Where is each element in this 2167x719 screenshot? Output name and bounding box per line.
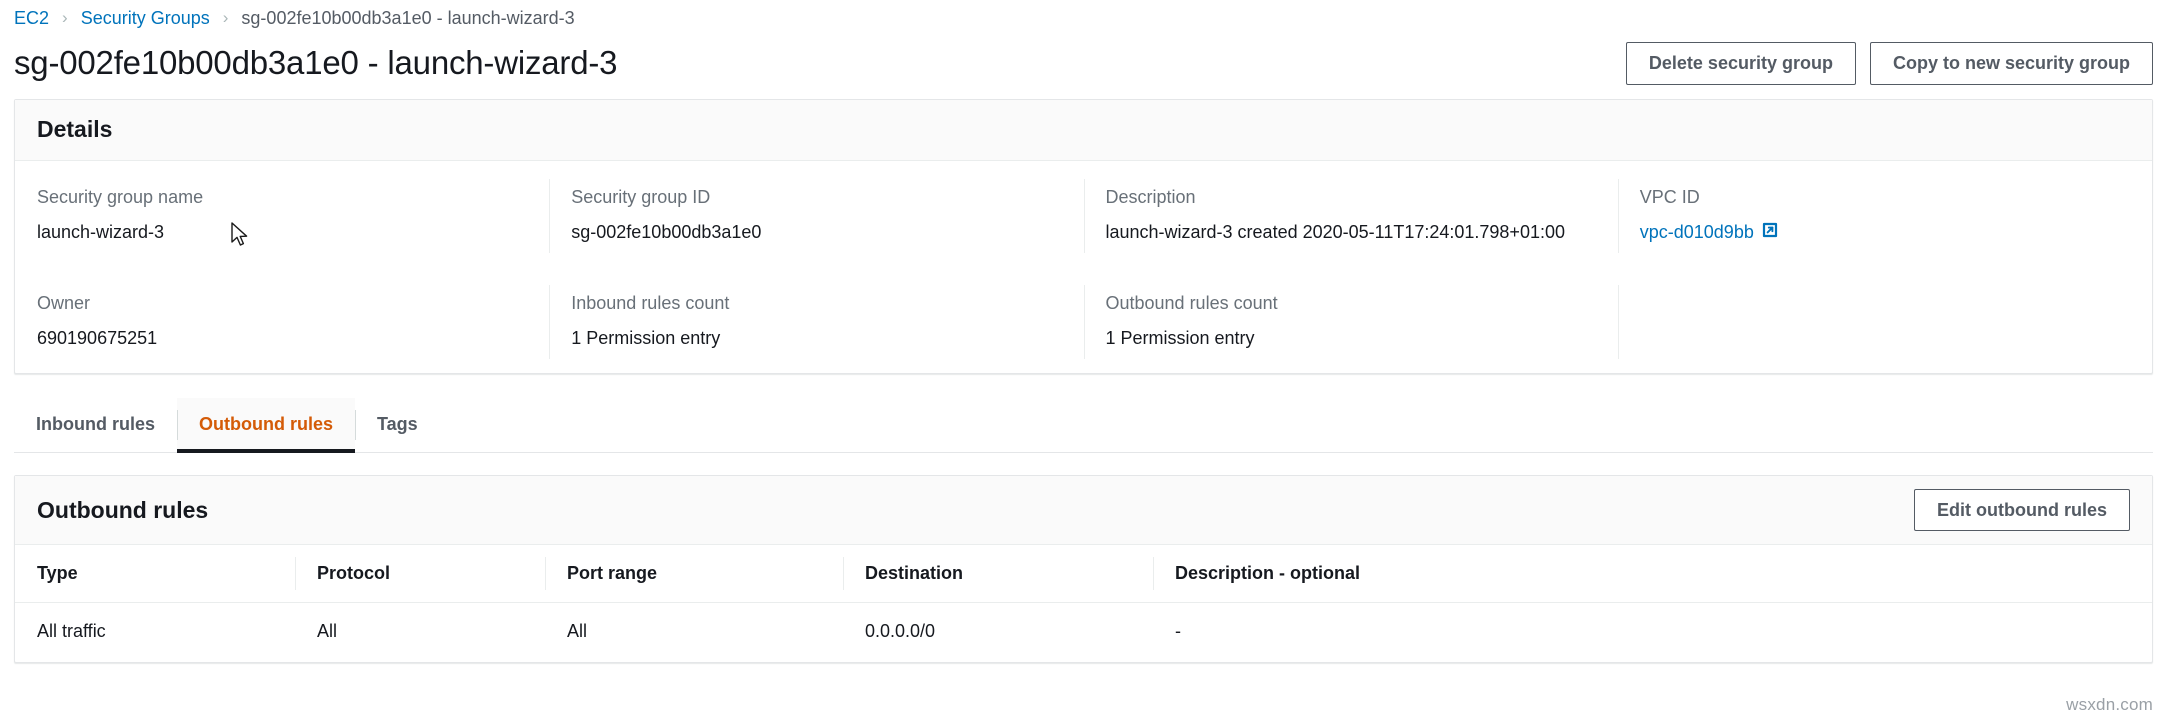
cell-description: - [1153,603,2152,663]
detail-value: launch-wizard-3 created 2020-05-11T17:24… [1106,222,1596,243]
detail-label: Outbound rules count [1106,293,1596,314]
detail-security-group-name: Security group name launch-wizard-3 [15,161,549,267]
detail-label: Security group ID [571,187,1061,208]
outbound-rules-title: Outbound rules [37,497,208,524]
column-header-destination: Destination [843,545,1153,603]
table-head: Type Protocol Port range Destination Des… [15,545,2152,603]
copy-to-new-security-group-button[interactable]: Copy to new security group [1870,42,2153,85]
tab-inbound-rules[interactable]: Inbound rules [14,398,177,452]
column-header-type: Type [15,545,295,603]
breadcrumb: EC2 › Security Groups › sg-002fe10b00db3… [0,0,2167,36]
header-actions: Delete security group Copy to new securi… [1626,42,2153,85]
details-row-2: Owner 690190675251 Inbound rules count 1… [15,267,2152,373]
table-row[interactable]: All traffic All All 0.0.0.0/0 - [15,603,2152,663]
vpc-id-link[interactable]: vpc-d010d9bb [1640,222,1778,243]
details-panel: Details Security group name launch-wizar… [14,99,2153,374]
breadcrumb-item-current: sg-002fe10b00db3a1e0 - launch-wizard-3 [241,8,574,29]
details-row-1: Security group name launch-wizard-3 Secu… [15,161,2152,267]
details-title: Details [37,116,112,142]
edit-outbound-rules-button[interactable]: Edit outbound rules [1914,489,2130,532]
column-header-port-range: Port range [545,545,843,603]
detail-value: launch-wizard-3 [37,222,527,243]
external-link-icon [1762,222,1778,243]
tab-tags[interactable]: Tags [355,398,440,452]
detail-value: sg-002fe10b00db3a1e0 [571,222,1061,243]
column-header-protocol: Protocol [295,545,545,603]
tab-outbound-rules[interactable]: Outbound rules [177,398,355,452]
column-header-description: Description - optional [1153,545,2152,603]
detail-security-group-id: Security group ID sg-002fe10b00db3a1e0 [549,161,1083,267]
detail-label: VPC ID [1640,187,2130,208]
detail-value: 1 Permission entry [1106,328,1596,349]
outbound-rules-table: Type Protocol Port range Destination Des… [15,545,2152,662]
breadcrumb-item-security-groups[interactable]: Security Groups [81,8,210,29]
outbound-rules-header: Outbound rules Edit outbound rules [15,476,2152,546]
detail-label: Security group name [37,187,527,208]
breadcrumb-item-ec2[interactable]: EC2 [14,8,49,29]
breadcrumb-separator-icon: › [62,8,68,28]
detail-value: 690190675251 [37,328,527,349]
details-body: Security group name launch-wizard-3 Secu… [15,161,2152,373]
delete-security-group-button[interactable]: Delete security group [1626,42,1856,85]
security-group-detail-page: EC2 › Security Groups › sg-002fe10b00db3… [0,0,2167,719]
details-panel-header: Details [15,100,2152,161]
tab-list: Inbound rules Outbound rules Tags [14,398,2153,452]
detail-label: Inbound rules count [571,293,1061,314]
cell-port-range: All [545,603,843,663]
page-title: sg-002fe10b00db3a1e0 - launch-wizard-3 [14,44,617,82]
vpc-id-label: vpc-d010d9bb [1640,222,1754,243]
detail-label: Owner [37,293,527,314]
tabs-bar: Inbound rules Outbound rules Tags [14,398,2153,453]
watermark: wsxdn.com [2066,695,2153,715]
page-header: sg-002fe10b00db3a1e0 - launch-wizard-3 D… [0,36,2167,99]
detail-outbound-rules-count: Outbound rules count 1 Permission entry [1084,267,1618,373]
table-header-row: Type Protocol Port range Destination Des… [15,545,2152,603]
cell-protocol: All [295,603,545,663]
cell-type: All traffic [15,603,295,663]
detail-description: Description launch-wizard-3 created 2020… [1084,161,1618,267]
detail-inbound-rules-count: Inbound rules count 1 Permission entry [549,267,1083,373]
cell-destination: 0.0.0.0/0 [843,603,1153,663]
detail-empty [1618,267,2152,373]
detail-label: Description [1106,187,1596,208]
detail-value: 1 Permission entry [571,328,1061,349]
breadcrumb-separator-icon: › [223,8,229,28]
detail-vpc-id: VPC ID vpc-d010d9bb [1618,161,2152,267]
detail-owner: Owner 690190675251 [15,267,549,373]
outbound-rules-panel: Outbound rules Edit outbound rules Type … [14,475,2153,664]
table-body: All traffic All All 0.0.0.0/0 - [15,603,2152,663]
